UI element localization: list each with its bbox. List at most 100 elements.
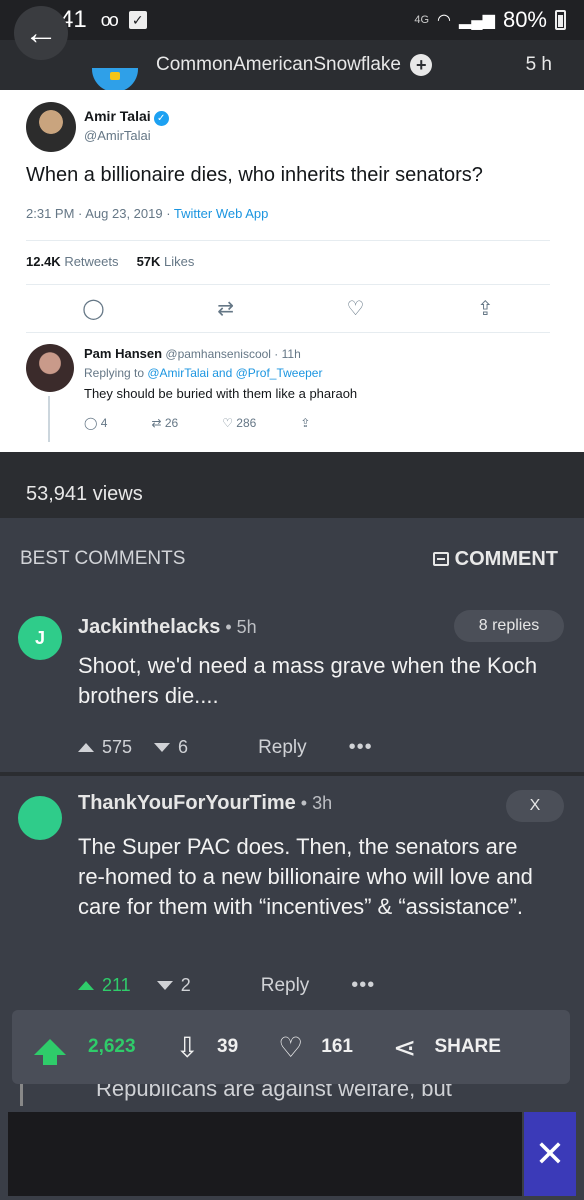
voicemail-icon: oo xyxy=(100,9,119,30)
post-action-bar: 2,623 ⇩ 39 ♡ 161 ⋖ SHARE xyxy=(12,1010,570,1084)
downvote-icon[interactable] xyxy=(156,981,173,990)
thread-line xyxy=(48,396,50,442)
replies-badge[interactable]: 8 replies xyxy=(454,610,564,642)
reply-icon: ◯ xyxy=(84,416,101,430)
comment-upvotes: 211 xyxy=(102,975,131,995)
ad-content[interactable] xyxy=(8,1112,522,1196)
share-icon: ⋖ xyxy=(392,1031,417,1063)
follow-plus-icon[interactable]: + xyxy=(410,54,433,76)
comments-header: BEST COMMENTS COMMENT xyxy=(20,548,558,571)
reply-header: Pam Hansen @pamhanseniscool · 11h xyxy=(84,346,301,361)
arrow-left-icon: ← xyxy=(24,13,58,52)
post-upvotes: 2,623 xyxy=(88,1036,136,1057)
comment-age: • 3h xyxy=(295,793,333,813)
close-ad-button[interactable]: ✕ xyxy=(524,1112,576,1196)
comment-username[interactable]: Jackinthelacks xyxy=(78,616,220,638)
tweet-author-name-row: Amir Talai ✓ xyxy=(84,108,169,126)
battery-percent: 80% xyxy=(502,7,547,32)
poster-avatar[interactable] xyxy=(92,68,138,92)
comment-downvotes: 2 xyxy=(180,975,191,995)
thread-line xyxy=(20,1084,23,1108)
reply-retweets-count: 26 xyxy=(164,416,179,430)
more-options-icon[interactable]: ••• xyxy=(351,974,375,997)
poster-username[interactable]: CommonAmericanSnowflake xyxy=(156,54,401,75)
post-age: 5 h xyxy=(525,54,552,75)
ad-banner: ✕ xyxy=(0,1106,584,1200)
tweet-actions: ◯ ⇄ ♡ ⇪ xyxy=(26,296,550,326)
reply-icon: ◯ xyxy=(82,298,105,320)
comment-username[interactable]: ThankYouForYourTime xyxy=(78,792,296,814)
tweet-meta: 2:31 PM · Aug 23, 2019 · Twitter Web App xyxy=(26,206,268,221)
comment-icon xyxy=(432,552,449,566)
upvote-button[interactable]: 2,623 xyxy=(34,1036,136,1065)
reply-author-avatar xyxy=(26,344,74,392)
post-favorites: 161 xyxy=(321,1036,353,1057)
network-type: 4G xyxy=(414,14,430,26)
reply-likes-count: 286 xyxy=(236,416,257,430)
divider xyxy=(26,240,550,241)
dismiss-badge[interactable]: X xyxy=(506,790,564,822)
comment-user-row: Jackinthelacks • 5h xyxy=(78,616,257,639)
reply-text: They should be buried with them like a p… xyxy=(84,386,358,401)
comment-user-row: ThankYouForYourTime • 3h xyxy=(78,792,332,815)
retweet-icon: ⇄ xyxy=(151,416,165,430)
replying-prefix: Replying to xyxy=(84,366,148,380)
divider xyxy=(26,284,550,285)
comment-actions: 575 6 Reply ••• xyxy=(78,736,373,759)
reply-actions: ◯ 4 ⇄ 26 ♡ 286 ⇪ xyxy=(84,416,310,430)
comment-button-label: COMMENT xyxy=(454,548,558,570)
comment-text: Shoot, we'd need a mass grave when the K… xyxy=(78,653,538,708)
retweets-count: 12.4K xyxy=(26,254,61,269)
upvote-icon xyxy=(34,1039,66,1065)
best-comments-title[interactable]: BEST COMMENTS xyxy=(20,548,185,571)
share-label: SHARE xyxy=(434,1036,501,1057)
tweet-timestamp: 2:31 PM · Aug 23, 2019 · xyxy=(26,206,174,221)
checkbox-notification-icon: ✓ xyxy=(128,11,147,29)
comment-actions: 211 2 Reply ••• xyxy=(78,974,375,997)
divider xyxy=(26,332,550,333)
reply-button[interactable]: Reply xyxy=(261,975,310,997)
reply-button[interactable]: Reply xyxy=(258,737,307,759)
close-icon: ✕ xyxy=(534,1133,566,1174)
likes-label: Likes xyxy=(160,254,195,269)
downvote-button[interactable]: ⇩ 39 xyxy=(176,1031,239,1064)
reply-likes: ♡ 286 xyxy=(222,416,256,430)
comment-downvotes: 6 xyxy=(178,737,189,757)
tweet-stats: 12.4K Retweets 57K Likes xyxy=(26,254,194,269)
verified-icon: ✓ xyxy=(153,111,169,126)
replying-targets: @AmirTalai and @Prof_Tweeper xyxy=(147,366,323,380)
tweet-text: When a billionaire dies, who inherits th… xyxy=(26,164,483,186)
signal-icon: ▂▄▆ xyxy=(459,12,495,29)
back-button[interactable]: ← xyxy=(14,6,68,60)
downvote-icon: ⇩ xyxy=(175,1031,200,1063)
replying-to: Replying to @AmirTalai and @Prof_Tweeper xyxy=(84,366,322,380)
comment-age: • 5h xyxy=(220,617,257,637)
likes-count: 57K xyxy=(136,254,161,269)
tweet-author-avatar xyxy=(26,102,76,152)
wifi-icon: ◠ xyxy=(437,12,451,29)
more-options-icon[interactable]: ••• xyxy=(349,736,373,759)
upvote-icon[interactable] xyxy=(78,981,94,990)
tweet-app: Twitter Web App xyxy=(173,206,269,221)
heart-icon: ♡ xyxy=(346,298,365,320)
heart-icon: ♡ xyxy=(278,1031,304,1063)
tweet-image[interactable]: Amir Talai ✓ @AmirTalai When a billionair… xyxy=(0,90,584,452)
views-count: 53,941 views xyxy=(0,452,584,518)
favorite-button[interactable]: ♡ 161 xyxy=(278,1031,353,1064)
commenter-avatar[interactable] xyxy=(18,796,62,840)
post-header: CommonAmericanSnowflake + 5 h xyxy=(0,40,584,92)
battery-icon xyxy=(555,10,566,30)
downvote-icon[interactable] xyxy=(154,743,171,752)
share-icon: ⇪ xyxy=(476,298,494,320)
poster-info: CommonAmericanSnowflake + xyxy=(156,54,433,76)
comment-button[interactable]: COMMENT xyxy=(432,548,558,571)
comment-text: The Super PAC does. Then, the senators a… xyxy=(78,834,533,919)
share-icon: ⇪ xyxy=(300,416,311,430)
retweet-icon: ⇄ xyxy=(217,298,234,320)
tweet-author-handle: @AmirTalai xyxy=(84,128,151,143)
upvote-icon[interactable] xyxy=(78,743,94,752)
share-button[interactable]: ⋖ SHARE xyxy=(393,1031,501,1064)
commenter-avatar[interactable]: J xyxy=(18,616,62,660)
reply-replies-count: 4 xyxy=(100,416,108,430)
reply-replies: ◯ 4 xyxy=(84,416,107,430)
